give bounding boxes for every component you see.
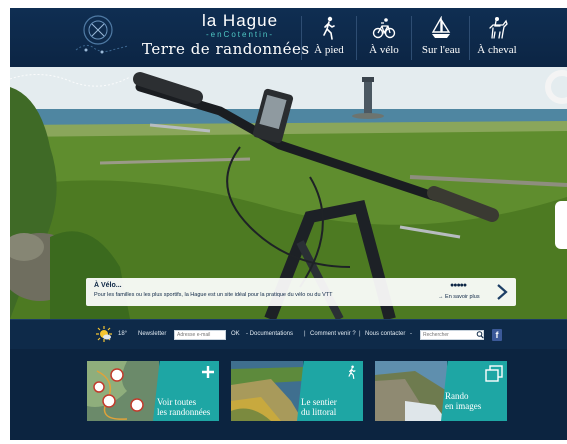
toolbar-separator: |: [304, 331, 306, 337]
nav-divider: [469, 16, 470, 60]
nav-item-sur-l-eau[interactable]: Sur l'eau: [416, 16, 466, 64]
logo-icon[interactable]: [72, 12, 136, 58]
cliff-thumbnail: [375, 361, 447, 421]
brand-sub: -enCotentin-: [205, 30, 275, 39]
caption-title: À Vélo...: [94, 282, 122, 289]
side-tab[interactable]: [555, 201, 567, 249]
tile-label-line2: du littoral: [301, 407, 337, 417]
slide-dots[interactable]: ●●●●●: [450, 282, 467, 289]
brand[interactable]: la Hague -enCotentin-: [160, 12, 320, 40]
toolbar-separator: -: [410, 331, 412, 337]
toolbar: 18° Newsletter OK - Documentations | Com…: [10, 319, 567, 349]
map-thumbnail: [87, 361, 159, 421]
tiles-section: Voir toutes les randonnées Le sentier du…: [10, 349, 567, 440]
header: la Hague -enCotentin- Terre de randonnée…: [10, 8, 567, 67]
plus-icon: [202, 366, 214, 378]
nav-item-a-velo[interactable]: À vélo: [363, 16, 405, 64]
tile-label: Le sentier du littoral: [301, 397, 337, 417]
newsletter-ok-button[interactable]: OK: [231, 331, 240, 337]
search-icon[interactable]: [476, 330, 484, 340]
tile-label: Voir toutes les randonnées: [157, 397, 210, 417]
nav-label: À cheval: [477, 44, 517, 56]
comment-venir-link[interactable]: Comment venir ?: [310, 331, 356, 337]
coast-thumbnail: [231, 361, 303, 421]
page: la Hague -enCotentin- Terre de randonnée…: [10, 8, 567, 440]
nav-divider: [356, 16, 357, 60]
nav-label: À pied: [314, 44, 344, 56]
nav-item-a-pied[interactable]: À pied: [308, 16, 350, 64]
tile-label-line2: en images: [445, 401, 482, 411]
tile-label-line1: Voir toutes: [157, 397, 197, 407]
sun-icon: [96, 326, 112, 342]
walker-icon: [323, 16, 335, 40]
tile-all-walks[interactable]: Voir toutes les randonnées: [87, 361, 219, 421]
facebook-icon[interactable]: f: [492, 329, 502, 341]
brand-name: la Hague: [201, 11, 279, 30]
horse-rider-icon: [489, 17, 508, 39]
newsletter-label: Newsletter: [138, 331, 167, 337]
tile-coastal-path[interactable]: Le sentier du littoral: [231, 361, 363, 421]
chevron-right-icon[interactable]: [493, 282, 511, 302]
tile-label-line2: les randonnées: [157, 407, 211, 417]
sailboat-icon: [431, 16, 451, 38]
tile-label-line1: Le sentier: [301, 397, 337, 407]
site-title: Terre de randonnées: [142, 40, 310, 58]
nav-item-a-cheval[interactable]: À cheval: [472, 16, 522, 64]
nav-label: À vélo: [369, 44, 399, 56]
tile-photo-gallery[interactable]: Rando en images: [375, 361, 507, 421]
nav-divider: [411, 16, 412, 60]
nav-divider: [301, 16, 302, 60]
nous-contacter-link[interactable]: Nous contacter: [365, 331, 405, 337]
tile-label-line1: Rando: [445, 391, 469, 401]
nav-label: Sur l'eau: [421, 44, 461, 56]
bicycle-icon: [372, 18, 396, 39]
learn-more-link[interactable]: → En savoir plus: [438, 294, 480, 300]
temperature: 18°: [118, 331, 128, 337]
slide-caption: À Vélo... Pour les familles ou les plus …: [86, 278, 516, 306]
search-input[interactable]: [420, 330, 484, 340]
documentations-link[interactable]: - Documentations: [246, 331, 293, 337]
toolbar-separator: |: [359, 331, 361, 337]
photos-icon: [485, 365, 503, 382]
walker-icon: [348, 365, 356, 379]
tile-label: Rando en images: [445, 391, 481, 411]
caption-text: Pour les familles ou les plus sportifs, …: [94, 292, 333, 298]
newsletter-email-input[interactable]: [174, 330, 226, 340]
